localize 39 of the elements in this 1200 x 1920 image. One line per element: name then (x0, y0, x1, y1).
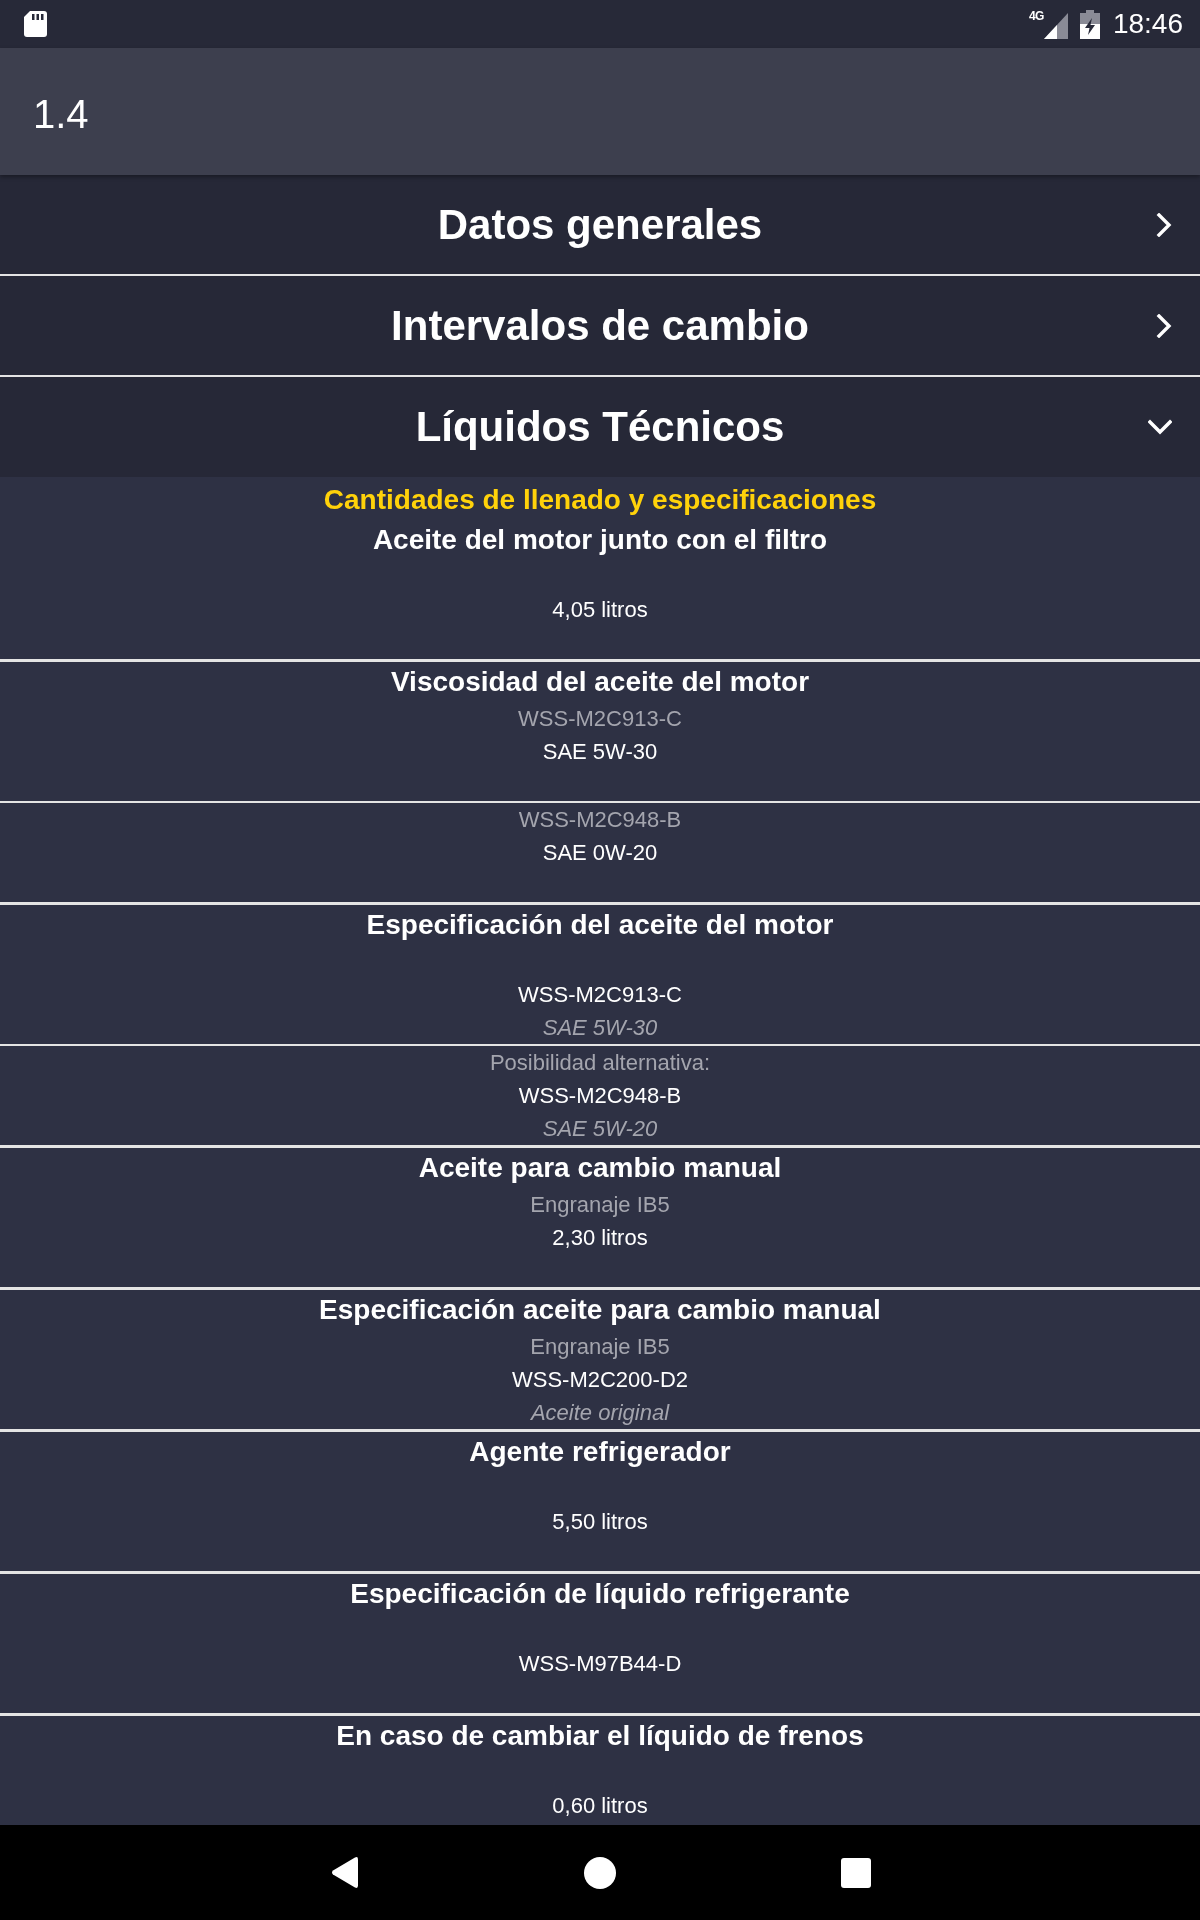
spec-note: Engranaje IB5 (530, 1191, 670, 1218)
recents-icon[interactable] (841, 1857, 871, 1888)
battery-charging-icon (1079, 9, 1100, 39)
item-title: Especificación de líquido refrigerante (350, 1577, 850, 1611)
spec-value: SAE 0W-20 (542, 839, 658, 866)
section-header[interactable]: Líquidos Técnicos (0, 377, 1200, 477)
item-title: Viscosidad del aceite del motor (390, 665, 810, 699)
spec-value: 4,05 litros (552, 596, 648, 623)
sd-card-icon (24, 11, 47, 37)
spec-value: WSS-M97B44-D (518, 1650, 682, 1677)
app-bar-title: 1.4 (33, 90, 89, 137)
back-icon[interactable] (330, 1856, 358, 1889)
network-type-label: 4G (1028, 9, 1044, 23)
spec-note: Engranaje IB5 (530, 1333, 670, 1360)
item-title: Agente refrigerador (469, 1435, 731, 1469)
item-title: Aceite para cambio manual (418, 1151, 782, 1185)
spec-note: WSS-M2C913-C (518, 705, 682, 732)
spec-value: WSS-M2C948-B (518, 1082, 682, 1109)
item-title: Especificación aceite para cambio manual (319, 1293, 881, 1327)
item-title: Especificación del aceite del motor (366, 908, 834, 942)
spec-detail: SAE 5W-20 (542, 1115, 658, 1142)
section-header[interactable]: Intervalos de cambio (0, 276, 1200, 377)
spec-value: 2,30 litros (552, 1224, 648, 1251)
spec-value: WSS-M2C200-D2 (511, 1366, 688, 1393)
spec-note: WSS-M2C948-B (518, 806, 682, 833)
signal-icon (1043, 12, 1068, 39)
spec-detail: Aceite original (530, 1399, 670, 1426)
section-header[interactable]: Datos generales (0, 175, 1200, 276)
spec-note: Posibilidad alternativa: (489, 1049, 711, 1076)
home-icon[interactable] (584, 1856, 616, 1889)
item-title: En caso de cambiar el líquido de frenos (336, 1719, 864, 1753)
spec-detail: SAE 5W-30 (542, 1014, 658, 1041)
section-subtitle: Cantidades de llenado y especificaciones (323, 483, 877, 517)
item-title: Aceite del motor junto con el filtro (372, 523, 828, 557)
status-time: 18:46 (1112, 8, 1183, 40)
spec-value: 5,50 litros (552, 1508, 648, 1535)
spec-value: WSS-M2C913-C (518, 981, 682, 1008)
spec-value: 0,60 litros (552, 1792, 648, 1819)
spec-value: SAE 5W-30 (542, 738, 658, 765)
